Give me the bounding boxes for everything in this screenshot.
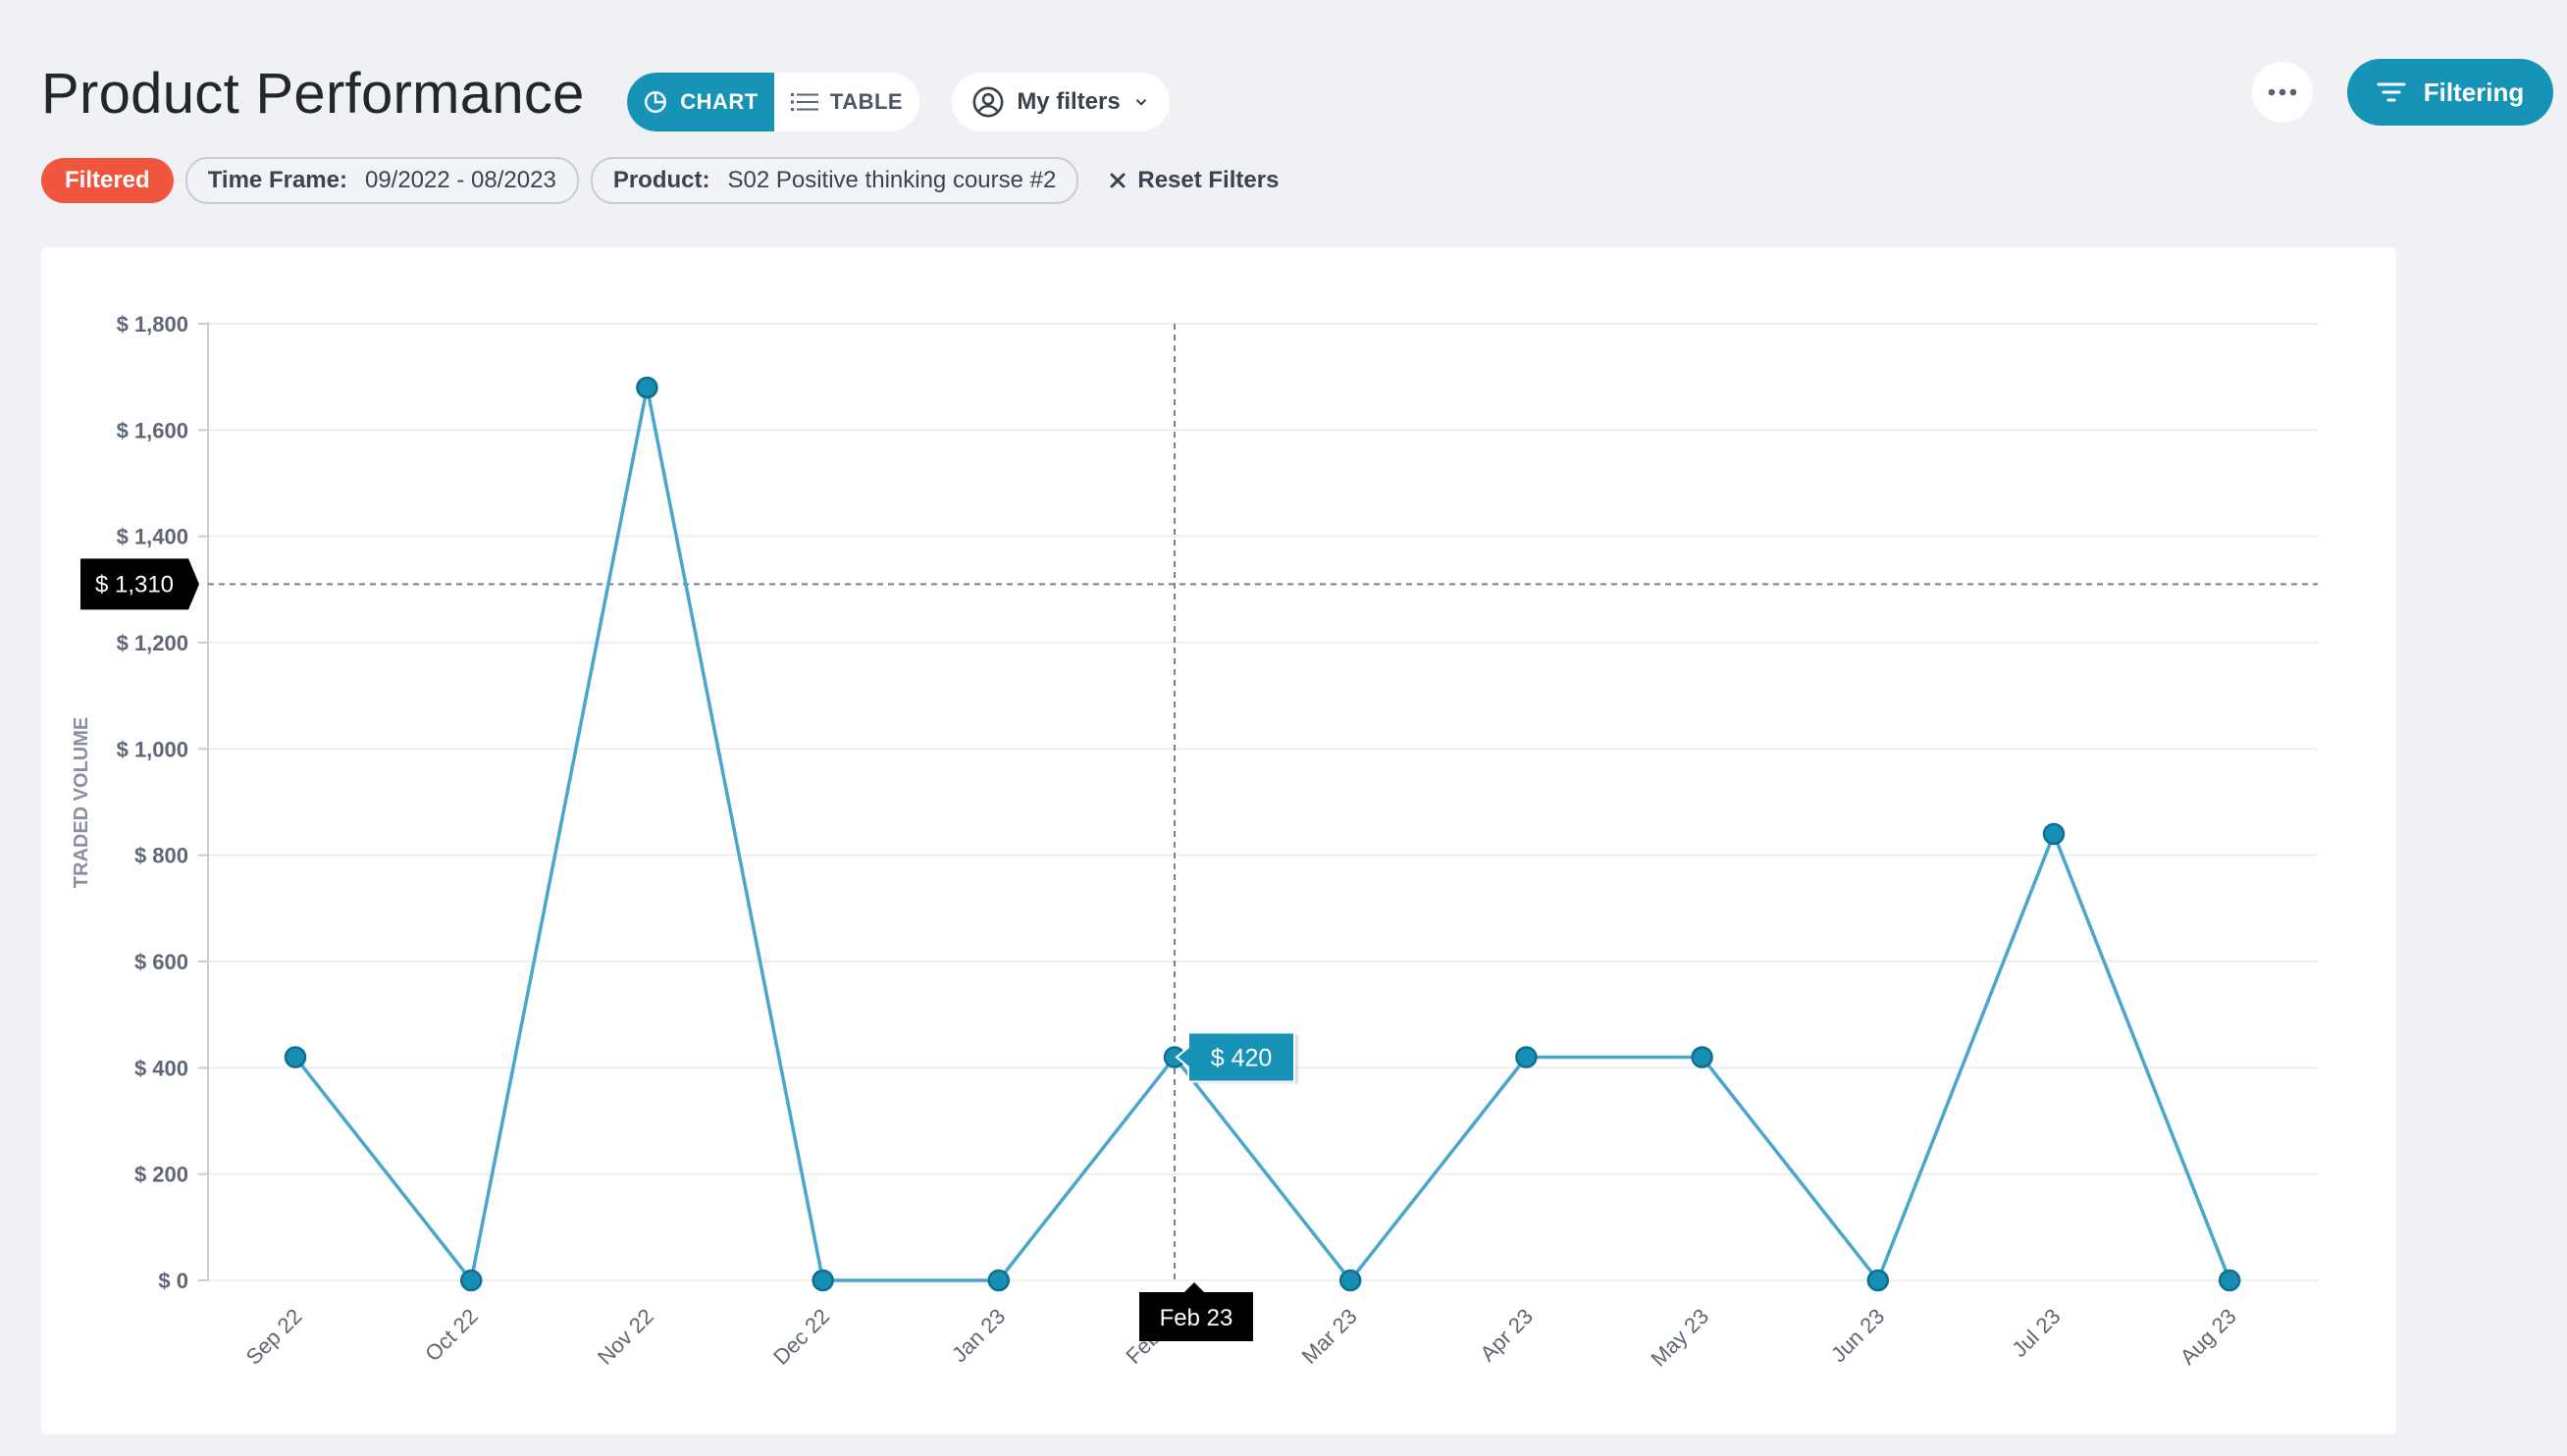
data-point	[459, 1269, 483, 1292]
pie-chart-icon	[643, 89, 668, 115]
y-tick-label: $ 1,400	[117, 525, 188, 549]
chart-view-button[interactable]: CHART	[627, 73, 774, 131]
data-point	[812, 1269, 834, 1292]
filtering-button[interactable]: Filtering	[2347, 59, 2553, 126]
x-tick-label: May 23	[1646, 1304, 1713, 1372]
x-tick-label: Sep 22	[241, 1304, 307, 1370]
data-point	[1691, 1046, 1713, 1068]
active-filters-bar: Filtered Time Frame: 09/2022 - 08/2023 P…	[41, 157, 1279, 204]
y-tick-label: $ 600	[134, 950, 188, 974]
crosshair-y-label: $ 1,310	[80, 558, 199, 610]
view-toggle: CHART TABLE	[627, 73, 919, 131]
my-filters-label: My filters	[1017, 88, 1121, 115]
user-circle-icon	[971, 85, 1005, 119]
time-frame-chip[interactable]: Time Frame: 09/2022 - 08/2023	[184, 157, 579, 204]
y-tick-label: $ 800	[134, 844, 188, 868]
filtering-label: Filtering	[2423, 77, 2525, 107]
y-tick-label: $ 200	[134, 1163, 188, 1187]
crosshair-x-label: Feb 23	[1139, 1282, 1253, 1341]
chart-view-label: CHART	[680, 89, 759, 114]
data-point	[636, 376, 658, 399]
time-frame-key: Time Frame:	[207, 167, 347, 193]
table-view-button[interactable]: TABLE	[774, 73, 919, 131]
x-tick-label: Jan 23	[947, 1304, 1010, 1367]
page-title: Product Performance	[41, 62, 585, 126]
time-frame-value: 09/2022 - 08/2023	[364, 167, 556, 193]
x-tick-label: Jul 23	[2007, 1304, 2065, 1362]
x-tick-label: Nov 22	[593, 1304, 658, 1370]
y-tick-label: $ 0	[158, 1269, 188, 1293]
product-key: Product:	[612, 167, 710, 193]
y-tick-label: $ 1,200	[117, 631, 188, 655]
y-tick-label: $ 400	[134, 1056, 188, 1080]
x-tick-label: Mar 23	[1297, 1304, 1362, 1369]
more-options-button[interactable]	[2252, 62, 2313, 123]
series-line	[293, 387, 2231, 1285]
my-filters-dropdown[interactable]: My filters	[952, 73, 1170, 131]
y-tick-label: $ 1,600	[117, 418, 188, 442]
chart-card: $ 0 $ 200 $ 400 $ 600 $ 800 $ 1,000 $ 1,200 $ 1…	[41, 247, 2396, 1434]
x-tick-label: Jun 23	[1826, 1304, 1889, 1367]
data-point	[2042, 822, 2066, 846]
reset-filters-button[interactable]: Reset Filters	[1110, 167, 1279, 194]
x-tick-label: Apr 23	[1475, 1304, 1538, 1367]
data-point	[284, 1046, 307, 1068]
list-icon	[790, 91, 818, 113]
x-tick-label: Dec 22	[768, 1304, 834, 1370]
y-axis-title: TRADED VOLUME	[71, 717, 92, 888]
y-tick-label: $ 1,000	[117, 737, 188, 761]
data-point	[1338, 1269, 1362, 1292]
data-point	[2218, 1269, 2241, 1292]
x-tick-label: Oct 22	[420, 1304, 483, 1367]
crosshair-x-label-text: Feb 23	[1160, 1305, 1233, 1331]
table-view-label: TABLE	[829, 89, 904, 114]
reset-filters-label: Reset Filters	[1137, 167, 1280, 193]
chevron-down-icon	[1132, 93, 1150, 111]
x-tick-label: Aug 23	[2175, 1304, 2241, 1370]
product-value: S02 Positive thinking course #2	[727, 167, 1057, 193]
data-point	[1515, 1046, 1538, 1068]
product-chip[interactable]: Product: S02 Positive thinking course #2	[590, 157, 1079, 204]
y-tick-label: $ 1,800	[117, 312, 188, 337]
value-tooltip: $ 420	[1175, 1031, 1298, 1084]
line-chart: $ 0 $ 200 $ 400 $ 600 $ 800 $ 1,000 $ 1,200 $ 1…	[71, 312, 2318, 1372]
filter-lines-icon	[2377, 80, 2406, 104]
crosshair-y-label-text: $ 1,310	[95, 571, 174, 598]
data-point	[1866, 1269, 1890, 1292]
more-horizontal-icon	[2268, 88, 2297, 96]
data-point	[987, 1269, 1011, 1292]
close-icon	[1110, 173, 1126, 188]
value-tooltip-text: $ 420	[1211, 1045, 1273, 1072]
filtered-badge: Filtered	[41, 158, 174, 203]
